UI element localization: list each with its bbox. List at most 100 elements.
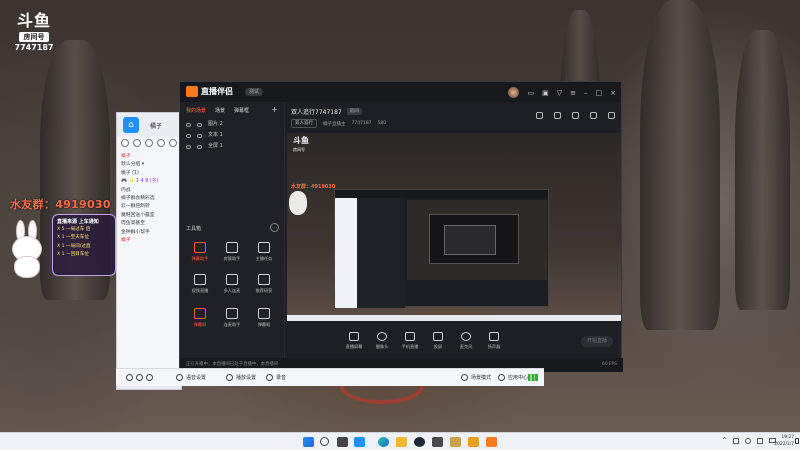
- gift-icon[interactable]: ▣: [542, 89, 549, 97]
- preview-ticker: 水友群：4919030: [291, 184, 336, 190]
- assistant-titlebar: 直播伴侣 测试 ▭ ▣ ▽ ≡ – □ ×: [180, 82, 621, 102]
- app-center-button[interactable]: 应用中心: [498, 374, 528, 381]
- tool-recommend-code[interactable]: 推荐码获: [250, 274, 278, 294]
- list-item[interactable]: 内战: [121, 187, 181, 195]
- home-icon[interactable]: ⌂: [123, 117, 139, 133]
- play-settings-button[interactable]: 播放设置: [226, 374, 256, 381]
- game-icon[interactable]: [450, 437, 461, 447]
- tool-link-assist[interactable]: 连麦助手: [218, 308, 246, 328]
- header-actions: [536, 112, 615, 119]
- room-badge[interactable]: 房间: [346, 108, 362, 115]
- bag-icon[interactable]: [554, 112, 561, 119]
- app-icon[interactable]: [145, 139, 153, 147]
- qq-username: 橘子: [150, 123, 163, 130]
- minimize-icon[interactable]: –: [584, 89, 588, 97]
- voice-settings[interactable]: [126, 374, 153, 381]
- notification-icon[interactable]: [795, 438, 799, 444]
- list-item[interactable]: 橘子 (1): [121, 170, 181, 178]
- screen-capture-button[interactable]: 直播屏幕: [343, 332, 365, 350]
- lock-icon[interactable]: [197, 144, 202, 149]
- list-item[interactable]: 🎮 ✨ 1 4 9 (子): [121, 178, 181, 186]
- qq-chat-window[interactable]: ⌂ 橘子 橘子 默认分组 ▾ 橘子 (1) 🎮 ✨ 1 4 9 (子) 内战 橘…: [116, 112, 182, 390]
- start-live-button[interactable]: 开始直播: [581, 336, 613, 347]
- tray-icon[interactable]: [157, 139, 165, 147]
- search-icon[interactable]: [169, 139, 177, 147]
- more-tools-icon[interactable]: …: [270, 223, 279, 232]
- tray-chevron-icon[interactable]: ^: [722, 437, 727, 444]
- control-bar: 直播屏幕 摄像头 手机直播 投屏 麦克风 扬声器 开始直播 正在开播中，本直播间…: [180, 324, 623, 372]
- add-scene-button[interactable]: +: [271, 106, 278, 114]
- gear-icon: [176, 374, 183, 381]
- source-item[interactable]: 全屏 1: [186, 141, 278, 152]
- tool-link-mic[interactable]: 多人连麦: [218, 274, 246, 294]
- tab-barrage[interactable]: 弹幕框: [234, 107, 249, 114]
- menu-icon[interactable]: ≡: [570, 89, 576, 97]
- cast-button[interactable]: 投屏: [427, 332, 449, 350]
- message-icon[interactable]: ▭: [527, 89, 534, 97]
- tool-anchor-task[interactable]: 主播任务: [250, 242, 278, 262]
- search-icon[interactable]: [320, 437, 329, 446]
- folder-icon[interactable]: [396, 437, 407, 447]
- close-icon[interactable]: ×: [610, 89, 616, 97]
- eye-icon[interactable]: [186, 144, 191, 149]
- microphone-button[interactable]: 麦克风: [455, 332, 477, 350]
- clock[interactable]: 19:27 2022/1/7: [774, 434, 794, 448]
- list-item[interactable]: 周鱼高基至: [121, 220, 181, 228]
- list-item[interactable]: 金钟群小帮手: [121, 229, 181, 237]
- camera-button[interactable]: 摄像头: [371, 332, 393, 350]
- chat-icon[interactable]: [468, 437, 479, 447]
- tab-scene[interactable]: 场景: [215, 107, 225, 114]
- tool-video-live[interactable]: 视频直播: [186, 274, 214, 294]
- volume-icon[interactable]: [757, 437, 763, 444]
- list-item[interactable]: 橘子: [121, 153, 181, 161]
- gift-box-icon[interactable]: [536, 112, 543, 119]
- list-item[interactable]: 魔鞋回送小露室: [121, 212, 181, 220]
- network-icon[interactable]: [745, 437, 751, 444]
- steam-icon[interactable]: [414, 437, 425, 447]
- eye-icon[interactable]: [186, 122, 191, 127]
- system-tray: ^: [722, 437, 776, 444]
- tool-barrage-frame[interactable]: 弹幕框: [250, 308, 278, 328]
- list-item[interactable]: 云一群控制转: [121, 203, 181, 211]
- douyu-icon[interactable]: [486, 437, 497, 447]
- windows-start-icon[interactable]: [303, 437, 314, 447]
- tool-barrage-helper[interactable]: 弹幕助手: [186, 242, 214, 262]
- app-icon[interactable]: [432, 437, 443, 447]
- eye-icon[interactable]: [186, 133, 191, 138]
- list-item[interactable]: 橘子群会精彩选: [121, 195, 181, 203]
- rabbit-mascot-icon: [6, 220, 48, 280]
- tool-admin-helper[interactable]: 房管助手: [218, 242, 246, 262]
- screen-icon: [194, 308, 206, 319]
- source-item[interactable]: 图片 2: [186, 119, 278, 130]
- lock-icon[interactable]: [197, 133, 202, 138]
- source-item[interactable]: 文本 1: [186, 130, 278, 141]
- live-assistant-window[interactable]: 直播伴侣 测试 ▭ ▣ ▽ ≡ – □ × 我的场景 场景 弹幕框 + 图片 2…: [179, 81, 623, 372]
- voice-settings-button[interactable]: 语音设置: [176, 374, 206, 381]
- phone-live-button[interactable]: 手机直播: [399, 332, 421, 350]
- mail-icon[interactable]: [121, 139, 129, 147]
- mode-icon: [461, 374, 468, 381]
- record-button[interactable]: 录音: [266, 374, 286, 381]
- list-item[interactable]: 默认分组 ▾: [121, 161, 181, 169]
- share-icon[interactable]: [608, 112, 615, 119]
- scene-mode-button[interactable]: 场景模式: [461, 374, 491, 381]
- widgets-icon[interactable]: [354, 437, 365, 447]
- lock-icon[interactable]: [197, 122, 202, 127]
- settings-icon[interactable]: [133, 139, 141, 147]
- category-button[interactable]: 双人追行: [291, 119, 317, 128]
- tray-app-icon[interactable]: [733, 437, 739, 444]
- edge-icon[interactable]: [378, 437, 389, 447]
- task-view-icon[interactable]: [337, 437, 348, 447]
- settings-icon[interactable]: [590, 112, 597, 119]
- tab-my-scene[interactable]: 我的场景: [186, 107, 206, 114]
- tool-label: 弹幕屏: [193, 322, 207, 327]
- stream-preview[interactable]: 斗鱼 房间号 水友群：4919030: [287, 133, 621, 321]
- bell-icon[interactable]: ▽: [557, 89, 562, 97]
- equalizer-icon: [146, 374, 153, 381]
- lock-icon[interactable]: [572, 112, 579, 119]
- tool-barrage-screen[interactable]: 弹幕屏: [186, 308, 214, 328]
- maximize-icon[interactable]: □: [596, 89, 603, 97]
- avatar[interactable]: [508, 87, 520, 98]
- speaker-button[interactable]: 扬声器: [483, 332, 505, 350]
- list-item[interactable]: 橘子: [121, 237, 181, 245]
